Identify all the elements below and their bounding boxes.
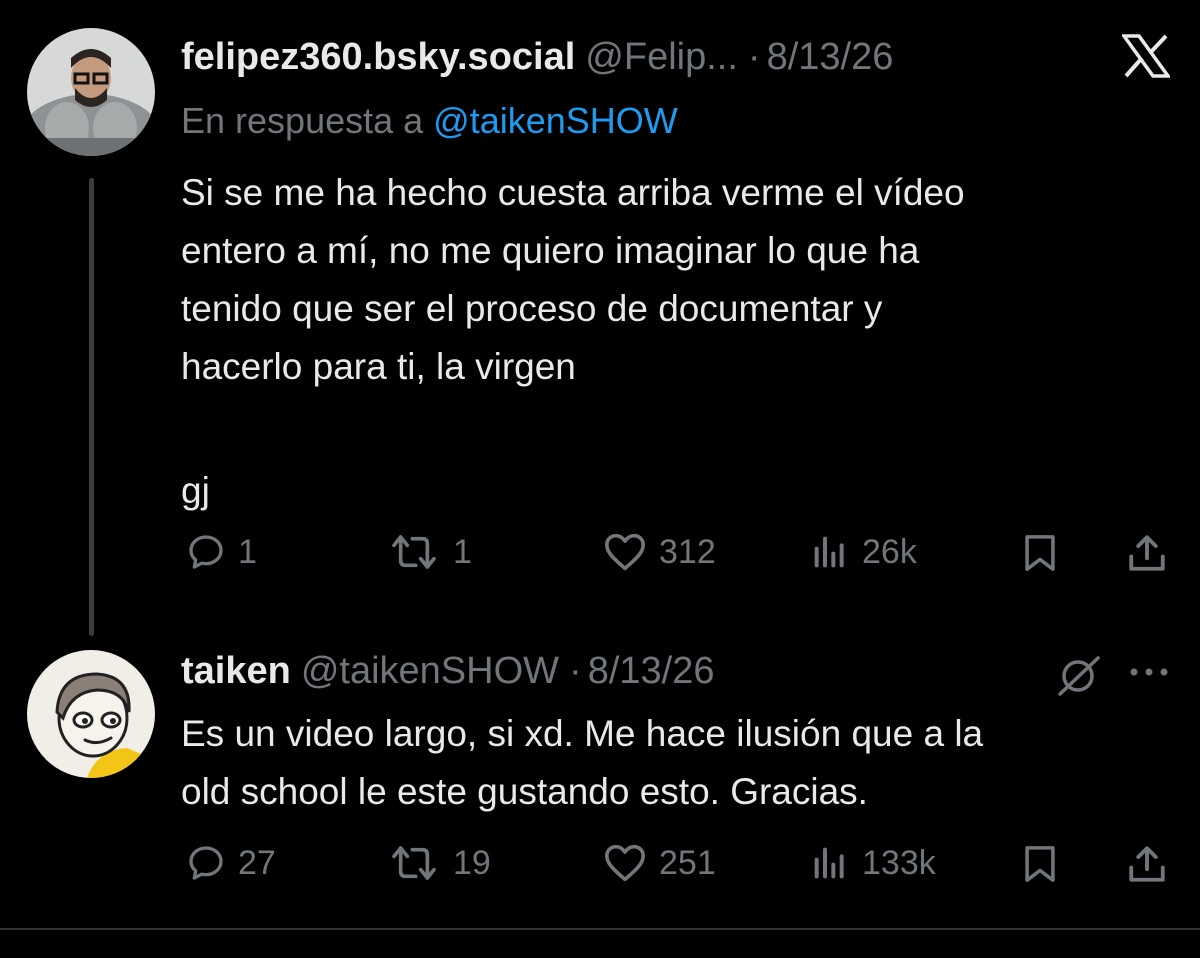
separator: · [747, 36, 761, 78]
repost-icon [392, 846, 436, 880]
separator: · [569, 650, 582, 692]
bookmark-button[interactable] [1020, 532, 1060, 574]
tweet-body: Si se me ha hecho cuesta arriba verme el… [181, 164, 965, 396]
tweet-header: felipez360.bsky.social @Felip... · 8/13/… [181, 36, 903, 79]
reply-count: 1 [238, 532, 257, 571]
display-name[interactable]: taiken [181, 650, 291, 693]
reply-context: En respuesta a @taikenSHOW [181, 100, 678, 142]
reply-count: 27 [238, 843, 276, 882]
divider [0, 928, 1200, 930]
heart-icon [604, 533, 645, 571]
tweet-body-line: tenido que ser el proceso de documentar … [181, 288, 883, 329]
bookmark-icon [1025, 846, 1055, 882]
repost-button[interactable]: 19 [387, 843, 491, 883]
views-icon [814, 536, 844, 568]
timestamp[interactable]: 8/13/26 [767, 36, 894, 79]
heart-icon [604, 844, 645, 882]
repost-icon [392, 535, 436, 569]
bookmark-button[interactable] [1020, 843, 1060, 885]
tweet-body-line: Es un video largo, si xd. Me hace ilusió… [181, 713, 984, 754]
tweet-body-line: old school le este gustando esto. Gracia… [181, 771, 868, 812]
reply-button[interactable]: 27 [186, 843, 276, 883]
tweet-header: taiken @taikenSHOW · 8/13/26 [181, 650, 724, 693]
repost-button[interactable]: 1 [387, 532, 472, 572]
thread-line [89, 178, 94, 636]
reply-mention[interactable]: @taikenSHOW [433, 100, 678, 141]
timestamp[interactable]: 8/13/26 [588, 650, 715, 693]
like-count: 251 [659, 843, 716, 882]
x-logo-icon[interactable] [1120, 34, 1172, 83]
share-icon [1129, 846, 1165, 882]
views-icon [814, 847, 844, 879]
share-button[interactable] [1126, 843, 1168, 885]
repost-count: 1 [453, 532, 472, 571]
tweet-body-line: entero a mí, no me quiero imaginar lo qu… [181, 230, 920, 271]
tweet-body: Es un video largo, si xd. Me hace ilusió… [181, 705, 983, 821]
handle[interactable]: @taikenSHOW [301, 650, 559, 693]
avatar[interactable] [27, 650, 155, 778]
reply-button[interactable]: 1 [186, 532, 257, 572]
display-name[interactable]: felipez360.bsky.social [181, 36, 575, 79]
bookmark-icon [1025, 535, 1055, 571]
views-button[interactable]: 133k [810, 843, 936, 883]
avatar[interactable] [27, 28, 155, 156]
share-icon [1129, 535, 1165, 571]
views-count: 26k [862, 532, 917, 571]
like-button[interactable]: 251 [603, 843, 716, 883]
reply-icon [189, 846, 223, 880]
views-count: 133k [862, 843, 936, 882]
tweet-body-line: hacerlo para ti, la virgen [181, 346, 576, 387]
reply-icon [189, 535, 223, 569]
more-options-icon[interactable] [1128, 666, 1170, 678]
grok-icon[interactable] [1054, 654, 1104, 698]
tweet-body-line: Si se me ha hecho cuesta arriba verme el… [181, 172, 965, 213]
reply-prefix: En respuesta a [181, 100, 424, 141]
views-button[interactable]: 26k [810, 532, 917, 572]
handle[interactable]: @Felip... [585, 36, 738, 79]
tweet-body-extra: gj [181, 470, 210, 511]
like-count: 312 [659, 532, 716, 571]
repost-count: 19 [453, 843, 491, 882]
share-button[interactable] [1126, 532, 1168, 574]
like-button[interactable]: 312 [603, 532, 716, 572]
